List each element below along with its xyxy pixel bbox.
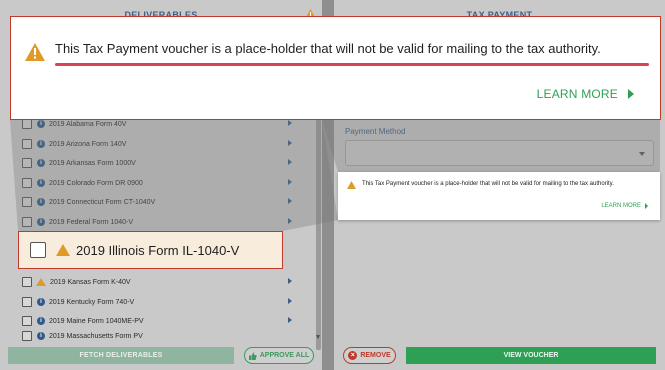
chevron-right-icon[interactable] [288,278,292,284]
item-checkbox[interactable] [30,242,46,258]
chevron-right-icon [628,89,634,99]
list-item[interactable]: i 2019 Federal Form 1040-V [22,212,304,232]
item-label: 2019 Federal Form 1040-V [49,218,134,226]
payment-method-select[interactable] [345,140,654,166]
list-item[interactable]: i 2019 Colorado Form DR 0900 [22,173,304,193]
info-icon: i [37,218,45,226]
view-voucher-button[interactable]: VIEW VOUCHER [406,347,656,364]
warning-icon [25,43,45,61]
item-label: 2019 Illinois Form IL-1040-V [76,242,240,258]
learn-more-link[interactable]: LEARN MORE [537,87,634,101]
warning-icon [36,278,46,286]
item-checkbox[interactable] [22,316,32,326]
info-icon: i [37,140,45,148]
item-checkbox[interactable] [22,297,32,307]
thumbs-up-icon [248,352,257,360]
chevron-right-icon[interactable] [288,140,292,146]
chevron-right-icon[interactable] [288,317,292,323]
payment-method-label: Payment Method [345,127,406,136]
fetch-deliverables-button[interactable]: FETCH DELIVERABLES [8,347,234,364]
chevron-right-icon [645,203,648,209]
list-item[interactable]: 2019 Kansas Form K-40V [22,272,304,292]
list-item[interactable]: i 2019 Kentucky Form 740-V [22,292,304,312]
highlight-underline [55,63,649,66]
list-item[interactable]: i 2019 Arkansas Form 1000V [22,153,304,173]
item-label: 2019 Maine Form 1040ME-PV [49,317,144,325]
chevron-right-icon[interactable] [288,298,292,304]
remove-label: REMOVE [360,352,391,359]
list-item[interactable]: i 2019 Arizona Form 140V [22,134,304,154]
item-label: 2019 Colorado Form DR 0900 [49,179,143,187]
learn-more-label: LEARN MORE [601,203,641,209]
item-checkbox[interactable] [22,158,32,168]
item-label: 2019 Arizona Form 140V [49,140,127,148]
voucher-warning-card: This Tax Payment voucher is a place-hold… [338,172,660,220]
item-checkbox[interactable] [22,139,32,149]
chevron-right-icon[interactable] [288,179,292,185]
item-checkbox[interactable] [22,197,32,207]
item-checkbox[interactable] [22,217,32,227]
warning-icon [347,181,356,189]
approve-all-label: APPROVE ALL [259,352,310,359]
warning-icon [56,244,70,256]
info-icon: i [37,120,45,128]
scroll-down-icon[interactable]: ▼ [313,334,323,344]
info-icon: i [37,332,45,340]
warning-message: This Tax Payment voucher is a place-hold… [362,181,614,187]
approve-all-button[interactable]: APPROVE ALL [244,347,314,364]
item-label: 2019 Alabama Form 40V [49,120,127,128]
close-icon: × [348,351,358,360]
voucher-warning-callout: This Tax Payment voucher is a place-hold… [10,16,661,120]
learn-more-label: LEARN MORE [536,87,618,101]
learn-more-link[interactable]: LEARN MORE [601,203,648,209]
item-checkbox[interactable] [22,331,32,341]
item-label: 2019 Kansas Form K-40V [50,278,131,286]
item-checkbox[interactable] [22,277,32,287]
warning-message: This Tax Payment voucher is a place-hold… [55,41,601,56]
item-label: 2019 Connecticut Form CT-1040V [49,198,156,206]
item-checkbox[interactable] [22,119,32,129]
item-label: 2019 Arkansas Form 1000V [49,159,136,167]
chevron-right-icon[interactable] [288,218,292,224]
info-icon: i [37,198,45,206]
scrollbar-thumb[interactable] [316,100,321,350]
chevron-right-icon[interactable] [288,159,292,165]
item-label: 2019 Massachusetts Form PV [49,332,143,340]
info-icon: i [37,317,45,325]
list-item[interactable]: i 2019 Maine Form 1040ME-PV [22,311,304,331]
highlighted-list-item[interactable]: 2019 Illinois Form IL-1040-V [18,231,283,269]
info-icon: i [37,159,45,167]
item-checkbox[interactable] [22,178,32,188]
item-label: 2019 Kentucky Form 740-V [49,298,135,306]
chevron-down-icon [639,152,645,156]
chevron-right-icon[interactable] [288,198,292,204]
info-icon: i [37,179,45,187]
chevron-right-icon[interactable] [288,120,292,126]
list-item[interactable]: i 2019 Connecticut Form CT-1040V [22,192,304,212]
remove-button[interactable]: × REMOVE [343,347,396,364]
info-icon: i [37,298,45,306]
list-item[interactable]: i 2019 Massachusetts Form PV [22,330,304,342]
